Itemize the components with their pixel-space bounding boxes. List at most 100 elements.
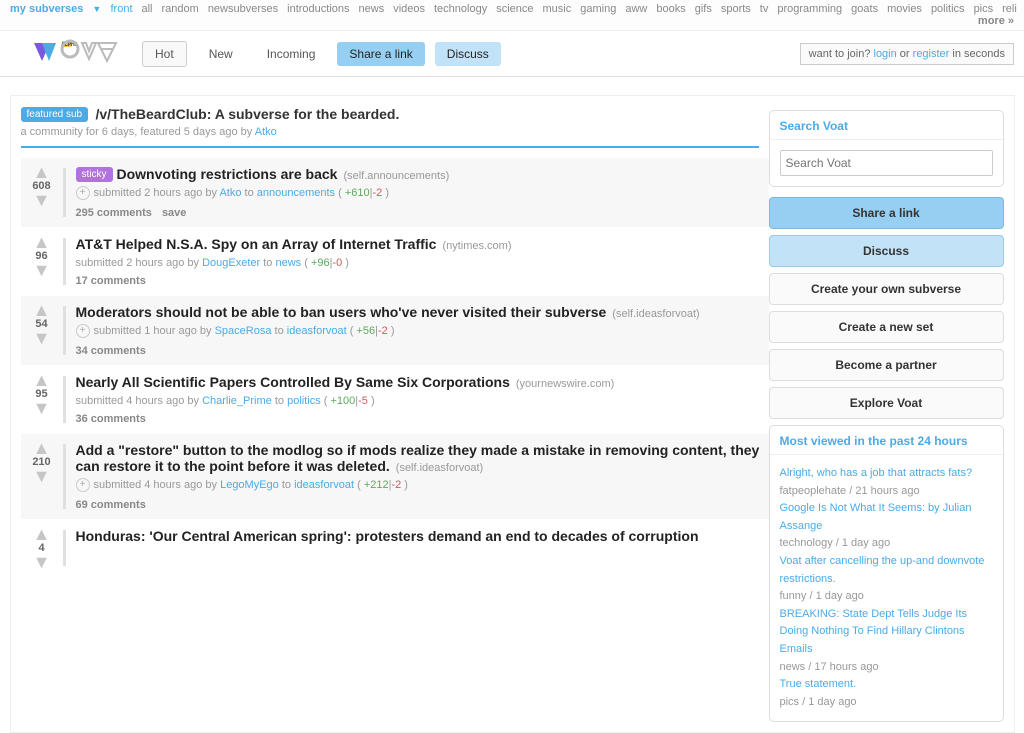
topnav-item-movies[interactable]: movies (887, 3, 922, 15)
featured-title[interactable]: /v/TheBeardClub: A subverse for the bear… (95, 106, 399, 122)
most-viewed-link[interactable]: Google Is Not What It Seems: by Julian A… (780, 500, 993, 535)
featured-author[interactable]: Atko (255, 126, 277, 138)
side-share-button[interactable]: Share a link (769, 197, 1004, 229)
post-sub[interactable]: ideasforvoat (294, 479, 354, 491)
comments-link[interactable]: 295 comments (76, 207, 152, 219)
post-meta: submitted 2 hours ago by DougExeter to n… (76, 257, 763, 269)
comments-link[interactable]: 36 comments (76, 413, 146, 425)
post-meta: +submitted 4 hours ago by LegoMyEgo to i… (76, 479, 763, 493)
comments-link[interactable]: 17 comments (76, 275, 146, 287)
most-viewed-link[interactable]: Voat after cancelling the up-and downvot… (780, 553, 993, 588)
topnav-item-aww[interactable]: aww (625, 3, 647, 15)
post-author[interactable]: LegoMyEgo (220, 479, 279, 491)
downvote-arrow-icon[interactable]: ▼ (27, 194, 57, 206)
post-upvotes: +96 (311, 257, 330, 269)
upvote-arrow-icon[interactable]: ▲ (27, 442, 57, 454)
post-domain[interactable]: (self.ideasforvoat) (612, 308, 699, 320)
post-title[interactable]: Downvoting restrictions are back (117, 166, 338, 182)
downvote-arrow-icon[interactable]: ▼ (27, 556, 57, 568)
dropdown-arrow-icon[interactable]: ▼ (92, 4, 101, 14)
expand-icon[interactable]: + (76, 478, 90, 492)
topnav-item-reli[interactable]: reli (1002, 3, 1017, 15)
save-link[interactable]: save (162, 207, 186, 219)
topnav-item-sports[interactable]: sports (721, 3, 751, 15)
post-author[interactable]: Atko (219, 187, 241, 199)
topnav-item-news[interactable]: news (359, 3, 385, 15)
topnav-item-introductions[interactable]: introductions (287, 3, 349, 15)
most-viewed-link[interactable]: BREAKING: State Dept Tells Judge Its Doi… (780, 606, 993, 659)
vote-widget: ▲210▼ (27, 442, 57, 511)
post-domain[interactable]: (yournewswire.com) (516, 378, 614, 390)
comments-link[interactable]: 69 comments (76, 499, 146, 511)
side-partner-button[interactable]: Become a partner (769, 349, 1004, 381)
topnav-item-technology[interactable]: technology (434, 3, 487, 15)
tab-hot[interactable]: Hot (142, 41, 187, 67)
topnav-item-programming[interactable]: programming (777, 3, 842, 15)
downvote-arrow-icon[interactable]: ▼ (27, 264, 57, 276)
most-viewed-link[interactable]: Alright, who has a job that attracts fat… (780, 465, 993, 483)
topnav-item-random[interactable]: random (162, 3, 199, 15)
more-link[interactable]: more » (978, 15, 1014, 27)
search-input[interactable] (780, 150, 993, 176)
post-sub[interactable]: politics (287, 395, 321, 407)
post-domain[interactable]: (nytimes.com) (442, 240, 511, 252)
tab-incoming[interactable]: Incoming (255, 42, 328, 66)
topnav-item-music[interactable]: music (543, 3, 572, 15)
side-discuss-button[interactable]: Discuss (769, 235, 1004, 267)
topnav-item-goats[interactable]: goats (851, 3, 878, 15)
upvote-arrow-icon[interactable]: ▲ (27, 166, 57, 178)
topnav-item-science[interactable]: science (496, 3, 533, 15)
side-create-set-button[interactable]: Create a new set (769, 311, 1004, 343)
post-title[interactable]: Nearly All Scientific Papers Controlled … (76, 374, 510, 390)
post-sub[interactable]: ideasforvoat (287, 325, 347, 337)
my-subverses-link[interactable]: my subverses (10, 3, 83, 15)
comments-link[interactable]: 34 comments (76, 345, 146, 357)
post-author[interactable]: DougExeter (202, 257, 260, 269)
topnav-item-gaming[interactable]: gaming (580, 3, 616, 15)
expand-icon[interactable]: + (76, 186, 90, 200)
post-author[interactable]: Charlie_Prime (202, 395, 272, 407)
most-viewed-link[interactable]: True statement. (780, 676, 993, 694)
post-sub[interactable]: news (275, 257, 301, 269)
topnav-item-front[interactable]: front (110, 3, 132, 15)
register-link[interactable]: register (913, 48, 950, 60)
post-title[interactable]: AT&T Helped N.S.A. Spy on an Array of In… (76, 236, 437, 252)
post-sub[interactable]: announcements (257, 187, 335, 199)
topnav-item-pics[interactable]: pics (974, 3, 994, 15)
post-author[interactable]: SpaceRosa (215, 325, 272, 337)
side-explore-button[interactable]: Explore Voat (769, 387, 1004, 419)
upvote-arrow-icon[interactable]: ▲ (27, 236, 57, 248)
post-entry: ▲96▼AT&T Helped N.S.A. Spy on an Array o… (21, 228, 769, 296)
topnav-item-gifs[interactable]: gifs (695, 3, 712, 15)
post-domain[interactable]: (self.announcements) (343, 170, 449, 182)
login-link[interactable]: login (874, 48, 897, 60)
tab-new[interactable]: New (197, 42, 245, 66)
upvote-arrow-icon[interactable]: ▲ (27, 528, 57, 540)
side-create-subverse-button[interactable]: Create your own subverse (769, 273, 1004, 305)
downvote-arrow-icon[interactable]: ▼ (27, 402, 57, 414)
tab-discuss[interactable]: Discuss (435, 42, 501, 66)
join-suffix: in seconds (949, 48, 1005, 60)
post-actions: 69 comments (76, 499, 763, 511)
expand-icon[interactable]: + (76, 324, 90, 338)
post-upvotes: +56 (356, 325, 375, 337)
post-divider (63, 376, 66, 423)
tab-share-link[interactable]: Share a link (337, 42, 424, 66)
logo[interactable]: ALPHA (32, 39, 122, 69)
topnav-item-politics[interactable]: politics (931, 3, 965, 15)
downvote-arrow-icon[interactable]: ▼ (27, 470, 57, 482)
topnav-item-books[interactable]: books (656, 3, 685, 15)
post-divider (63, 168, 66, 217)
upvote-arrow-icon[interactable]: ▲ (27, 374, 57, 386)
topnav-item-tv[interactable]: tv (760, 3, 769, 15)
post-title[interactable]: Moderators should not be able to ban use… (76, 304, 607, 320)
topnav-item-newsubverses[interactable]: newsubverses (208, 3, 278, 15)
downvote-arrow-icon[interactable]: ▼ (27, 332, 57, 344)
topnav-item-all[interactable]: all (142, 3, 153, 15)
post-title[interactable]: Honduras: 'Our Central American spring':… (76, 528, 699, 544)
upvote-arrow-icon[interactable]: ▲ (27, 304, 57, 316)
topnav-item-videos[interactable]: videos (393, 3, 425, 15)
post-domain[interactable]: (self.ideasforvoat) (396, 462, 483, 474)
post-divider (63, 238, 66, 285)
featured-sub-box: featured sub /v/TheBeardClub: A subverse… (21, 106, 759, 148)
